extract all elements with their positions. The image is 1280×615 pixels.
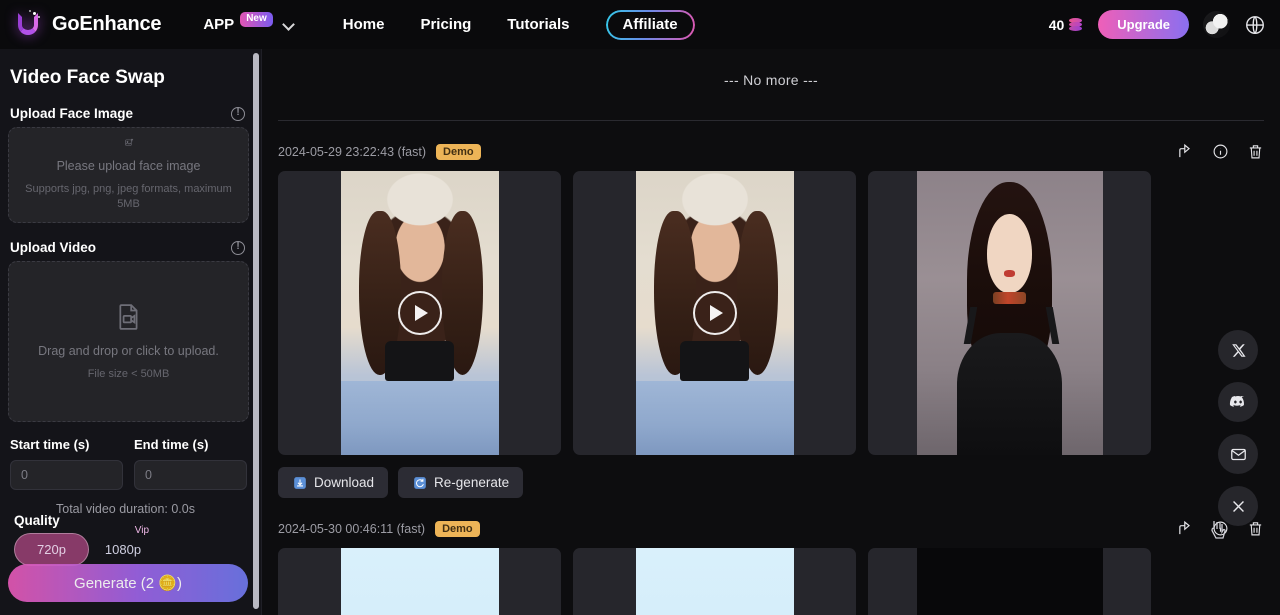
goenhance-logo-icon: [14, 10, 43, 39]
play-icon[interactable]: [397, 291, 442, 335]
video-dropzone-secondary: File size < 50MB: [87, 367, 170, 380]
download-label: Download: [314, 475, 375, 490]
start-time-label: Start time (s): [10, 437, 90, 452]
image-upload-icon: [124, 138, 133, 146]
face-dropzone-secondary: Supports jpg, png, jpeg formats, maximum…: [25, 183, 232, 210]
header-right-group: 40 Upgrade: [1049, 10, 1266, 39]
face-dropzone-primary: Please upload face image: [56, 159, 201, 173]
quality-option-1080p-label: 1080p: [104, 542, 142, 557]
result-card[interactable]: [573, 548, 856, 615]
result-card[interactable]: [868, 548, 1151, 615]
face-image-dropzone[interactable]: Please upload face image Supports jpg, p…: [8, 127, 249, 223]
play-icon[interactable]: [692, 291, 737, 335]
page-title: Video Face Swap: [10, 67, 165, 88]
divider: [278, 120, 1264, 121]
video-dropzone[interactable]: Drag and drop or click to upload. File s…: [8, 261, 249, 422]
nav-item-affiliate[interactable]: Affiliate: [605, 9, 695, 40]
status-badge: Demo: [435, 520, 480, 537]
share-icon[interactable]: [1177, 143, 1194, 160]
main-nav: Home Pricing Tutorials Affiliate: [343, 9, 695, 40]
chevron-down-icon: [284, 19, 295, 30]
video-file-icon: [118, 303, 137, 330]
email-icon[interactable]: [1218, 434, 1258, 474]
download-icon: [292, 475, 307, 490]
face-source-image: [916, 171, 1103, 455]
share-icon[interactable]: [1177, 520, 1194, 537]
quality-options: 720p Vip 1080p: [14, 525, 249, 566]
result-card[interactable]: [868, 171, 1151, 455]
sidebar-scrollbar[interactable]: [253, 53, 259, 609]
discord-icon[interactable]: [1218, 382, 1258, 422]
quality-option-1080p[interactable]: Vip 1080p: [91, 525, 155, 565]
nav-item-tutorials[interactable]: Tutorials: [507, 16, 569, 33]
trash-icon[interactable]: [1247, 143, 1264, 160]
x-twitter-icon[interactable]: [1218, 330, 1258, 370]
result-card-row: [278, 548, 1264, 615]
avatar[interactable]: [1203, 11, 1230, 38]
upload-face-image-label: Upload Face Image: [10, 106, 245, 121]
main-content: --- No more --- 2024-05-29 23:22:43 (fas…: [262, 49, 1280, 615]
end-time-label: End time (s): [134, 437, 209, 452]
credits-display[interactable]: 40: [1049, 17, 1085, 33]
app-menu-label: APP: [203, 16, 235, 33]
quality-option-720p[interactable]: 720p: [14, 533, 89, 566]
end-time-input[interactable]: [134, 460, 247, 490]
info-icon[interactable]: [231, 106, 245, 121]
download-button[interactable]: Download: [278, 467, 389, 498]
regenerate-button[interactable]: Re-generate: [398, 467, 524, 498]
face-source-image: [916, 548, 1103, 615]
globe-icon[interactable]: [1244, 14, 1266, 36]
generate-button[interactable]: Generate (2 🪙): [8, 564, 248, 602]
time-range-row: Start time (s) End time (s): [10, 437, 247, 490]
app-menu[interactable]: APP New: [203, 12, 295, 33]
result-action-row: Download Re-generate: [278, 467, 1264, 498]
info-icon[interactable]: [1212, 143, 1229, 160]
nav-item-pricing[interactable]: Pricing: [420, 16, 471, 33]
result-header: 2024-05-29 23:22:43 (fast) Demo: [278, 143, 1264, 160]
result-card[interactable]: [278, 171, 561, 455]
result-timestamp: 2024-05-30 00:46:11 (fast): [278, 521, 426, 536]
coins-icon: [1069, 17, 1084, 32]
result-video-thumb: [635, 548, 794, 615]
upgrade-button[interactable]: Upgrade: [1098, 10, 1189, 39]
credits-value: 40: [1048, 16, 1065, 33]
status-badge: Demo: [436, 143, 481, 160]
no-more-text: --- No more ---: [724, 72, 818, 88]
app-new-badge: New: [240, 12, 273, 27]
left-sidebar: Video Face Swap Upload Face Image Please…: [0, 49, 262, 615]
nav-item-home[interactable]: Home: [343, 16, 385, 33]
start-time-input[interactable]: [10, 460, 123, 490]
brand-logo[interactable]: GoEnhance: [14, 10, 162, 39]
result-card[interactable]: [278, 548, 561, 615]
source-video-thumb: [340, 548, 499, 615]
refresh-icon: [412, 475, 427, 490]
regenerate-label: Re-generate: [434, 475, 510, 490]
upload-face-image-text: Upload Face Image: [10, 106, 134, 121]
top-header: GoEnhance APP New Home Pricing Tutorials…: [0, 0, 1280, 49]
mouse-cursor-icon: [1211, 521, 1226, 539]
video-dropzone-primary: Drag and drop or click to upload.: [38, 343, 219, 358]
result-actions: [1177, 143, 1264, 160]
floating-social-bar: [1218, 330, 1258, 526]
vip-tag: Vip: [134, 525, 150, 536]
nav-item-affiliate-label: Affiliate: [622, 15, 678, 33]
result-card-row: [278, 171, 1264, 455]
upload-video-label: Upload Video: [10, 240, 245, 255]
brand-name: GoEnhance: [52, 13, 162, 35]
result-card[interactable]: [573, 171, 856, 455]
info-icon[interactable]: [231, 240, 245, 255]
result-timestamp: 2024-05-29 23:22:43 (fast): [278, 144, 427, 159]
result-header: 2024-05-30 00:46:11 (fast) Demo: [278, 520, 1264, 537]
upload-video-text: Upload Video: [10, 240, 97, 255]
